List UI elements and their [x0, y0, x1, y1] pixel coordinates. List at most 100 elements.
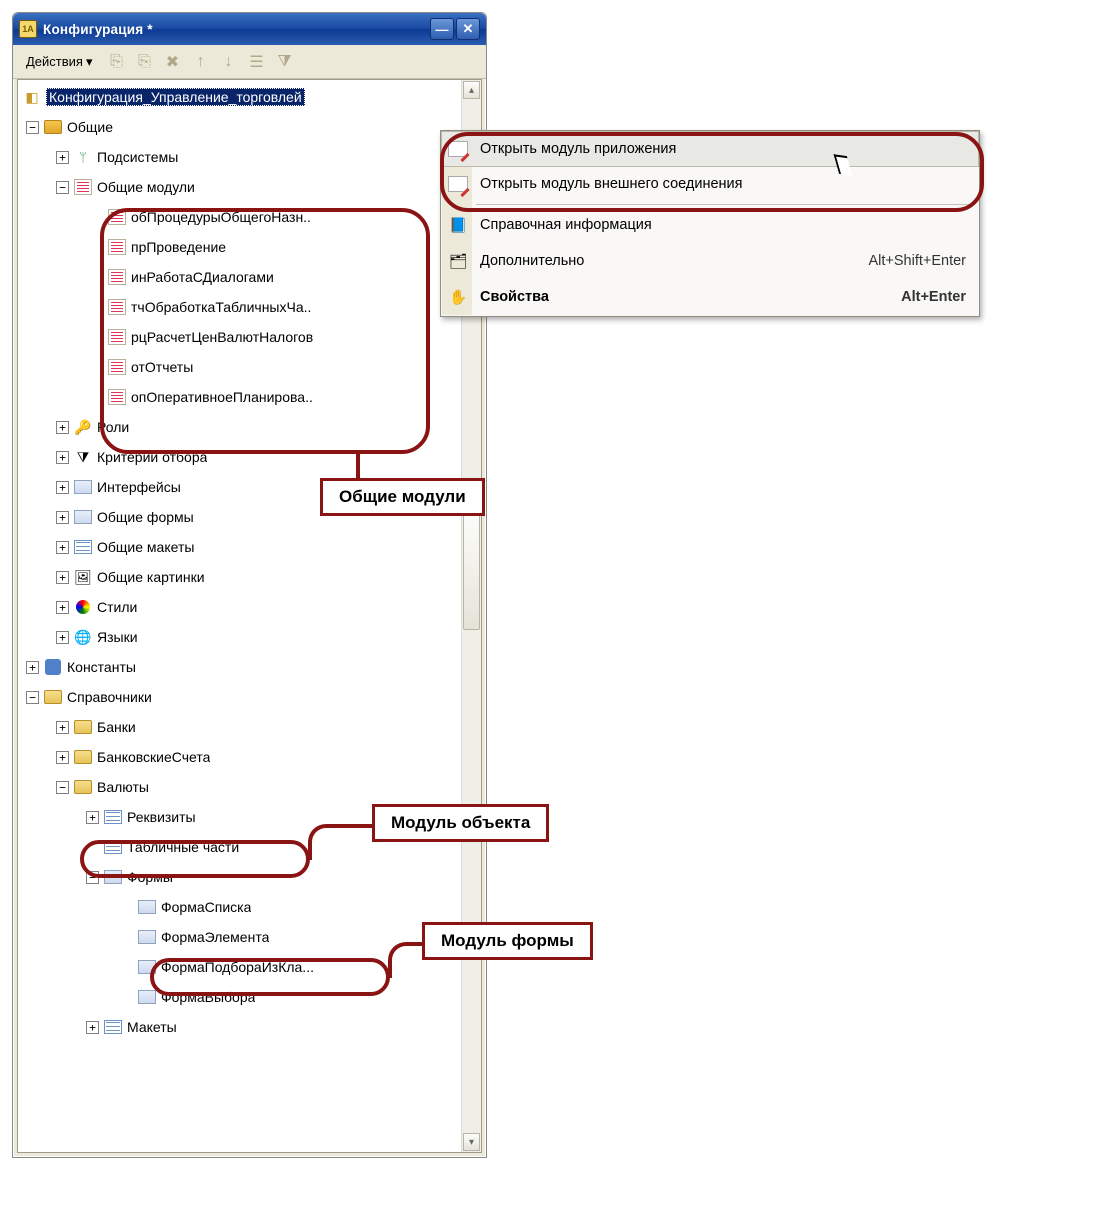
tree-module-item[interactable]: рцРасчетЦенВалютНалогов	[18, 322, 461, 352]
form-icon	[103, 868, 123, 886]
language-icon: 🌐	[73, 628, 93, 646]
hierarchy-icon: ᛘ	[73, 148, 93, 166]
module-icon	[107, 358, 127, 376]
ctx-open-app-module[interactable]: Открыть модуль приложения	[441, 131, 979, 167]
key-icon: 🔑	[73, 418, 93, 436]
tree-module-item[interactable]: обПроцедурыОбщегоНазн..	[18, 202, 461, 232]
tree-common-pictures[interactable]: +🖼Общие картинки	[18, 562, 461, 592]
tree-form-item[interactable]: ФормаВыбора	[18, 982, 461, 1012]
toolbar-icon-6[interactable]: ☰	[246, 51, 268, 73]
constants-icon	[43, 658, 63, 676]
expand-icon[interactable]: +	[56, 751, 69, 764]
expand-icon[interactable]: +	[26, 661, 39, 674]
config-tree[interactable]: ◧Конфигурация_Управление_торговлей −Общи…	[18, 80, 461, 1152]
folder-icon	[73, 748, 93, 766]
tree-layouts[interactable]: +Макеты	[18, 1012, 461, 1042]
collapse-icon[interactable]: −	[26, 691, 39, 704]
tree-subsystems[interactable]: +ᛘПодсистемы	[18, 142, 461, 172]
actions-menu-button[interactable]: Действия ▾	[19, 51, 100, 73]
tree-common[interactable]: −Общие	[18, 112, 461, 142]
collapse-icon[interactable]: −	[86, 871, 99, 884]
edit-icon	[447, 173, 469, 195]
template-icon	[103, 1018, 123, 1036]
tree-form-item[interactable]: ФормаСписка	[18, 892, 461, 922]
expand-icon[interactable]: +	[56, 511, 69, 524]
tree-criteria[interactable]: +⧩Критерии отбора	[18, 442, 461, 472]
picture-icon: 🖼	[73, 568, 93, 586]
tree-roles[interactable]: +🔑Роли	[18, 412, 461, 442]
expand-icon[interactable]: +	[56, 721, 69, 734]
expand-icon[interactable]: +	[86, 1021, 99, 1034]
tree-module-item[interactable]: отОтчеты	[18, 352, 461, 382]
minimize-button[interactable]: —	[430, 18, 454, 40]
chevron-down-icon: ▾	[86, 54, 93, 70]
folder-icon	[73, 778, 93, 796]
expand-icon[interactable]: +	[86, 811, 99, 824]
catalog-icon	[43, 688, 63, 706]
form-icon	[73, 508, 93, 526]
style-icon	[73, 598, 93, 616]
expand-icon[interactable]: +	[56, 571, 69, 584]
collapse-icon[interactable]: −	[56, 781, 69, 794]
module-icon	[107, 268, 127, 286]
ctx-open-ext-module[interactable]: Открыть модуль внешнего соединения	[442, 166, 978, 202]
connector	[356, 450, 360, 480]
tree-styles[interactable]: +Стили	[18, 592, 461, 622]
scroll-down-button[interactable]: ▾	[463, 1133, 480, 1151]
edit-icon	[447, 138, 469, 160]
ctx-additional[interactable]: 🗂 Дополнительно Alt+Shift+Enter	[442, 243, 978, 279]
expand-icon[interactable]: +	[56, 541, 69, 554]
properties-icon: 🗂	[447, 250, 469, 272]
expand-icon[interactable]: +	[56, 421, 69, 434]
connector	[388, 942, 424, 978]
tree-module-item[interactable]: опОперативноеПланирова..	[18, 382, 461, 412]
close-button[interactable]: ✕	[456, 18, 480, 40]
expand-icon[interactable]: +	[56, 631, 69, 644]
toolbar-filter-icon[interactable]: ⧩	[274, 51, 296, 73]
tree-module-item[interactable]: тчОбработкаТабличныхЧа..	[18, 292, 461, 322]
template-icon	[73, 538, 93, 556]
tree-bank-accounts[interactable]: +БанковскиеСчета	[18, 742, 461, 772]
ctx-properties[interactable]: ✋ Свойства Alt+Enter	[442, 279, 978, 315]
tree-panel: ◧Конфигурация_Управление_торговлей −Общи…	[17, 79, 482, 1153]
form-icon	[137, 928, 157, 946]
tree-module-item[interactable]: инРаботаСДиалогами	[18, 262, 461, 292]
tree-languages[interactable]: +🌐Языки	[18, 622, 461, 652]
toolbar-icon-1[interactable]: ⎘	[106, 51, 128, 73]
app-icon: 1A	[19, 20, 37, 38]
collapse-icon[interactable]: −	[26, 121, 39, 134]
toolbar-down-icon[interactable]: ↓	[218, 51, 240, 73]
tree-banks[interactable]: +Банки	[18, 712, 461, 742]
interface-icon	[73, 478, 93, 496]
tree-root[interactable]: ◧Конфигурация_Управление_торговлей	[18, 82, 461, 112]
tree-common-modules[interactable]: −Общие модули	[18, 172, 461, 202]
context-menu: Открыть модуль приложения Открыть модуль…	[440, 130, 980, 317]
ctx-help[interactable]: 📘 Справочная информация	[442, 207, 978, 243]
collapse-icon[interactable]: −	[56, 181, 69, 194]
callout-common-modules-label: Общие модули	[320, 478, 485, 516]
toolbar-up-icon[interactable]: ↑	[190, 51, 212, 73]
hand-icon: ✋	[447, 286, 469, 308]
tree-module-item[interactable]: прПроведение	[18, 232, 461, 262]
module-group-icon	[73, 178, 93, 196]
list-icon	[103, 808, 123, 826]
expand-icon[interactable]: +	[56, 481, 69, 494]
actions-label: Действия	[26, 54, 83, 69]
config-icon: ◧	[22, 88, 42, 106]
expand-icon[interactable]: +	[56, 151, 69, 164]
toolbar-icon-3[interactable]: ✖	[162, 51, 184, 73]
toolbar-icon-2[interactable]: ⎘	[134, 51, 156, 73]
expand-icon[interactable]: +	[56, 451, 69, 464]
tree-currencies[interactable]: −Валюты	[18, 772, 461, 802]
callout-form-module-label: Модуль формы	[422, 922, 593, 960]
package-icon	[43, 118, 63, 136]
tree-common-templates[interactable]: +Общие макеты	[18, 532, 461, 562]
tree-forms[interactable]: −Формы	[18, 862, 461, 892]
expand-icon[interactable]: +	[56, 601, 69, 614]
tree-catalogs[interactable]: −Справочники	[18, 682, 461, 712]
tree-constants[interactable]: +Константы	[18, 652, 461, 682]
folder-icon	[73, 718, 93, 736]
scroll-thumb[interactable]	[463, 510, 480, 630]
scroll-up-button[interactable]: ▴	[463, 81, 480, 99]
book-icon: 📘	[447, 214, 469, 236]
